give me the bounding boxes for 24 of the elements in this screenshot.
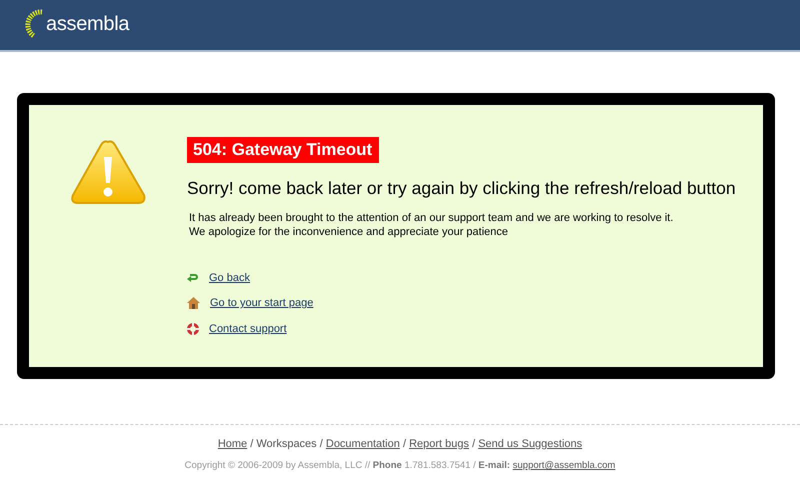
separator: /: [402, 438, 406, 450]
footer-link[interactable]: Home: [218, 438, 248, 450]
footer-link[interactable]: Documentation: [326, 438, 400, 450]
error-message: Sorry! come back later or try again by clicking the refresh/reload button: [187, 178, 736, 199]
footer-link[interactable]: Send us Suggestions: [478, 438, 582, 450]
separator: /: [472, 438, 476, 450]
footer-link[interactable]: Report bugs: [409, 438, 469, 450]
logo-text[interactable]: assembla: [46, 12, 130, 36]
house-icon: [187, 297, 200, 310]
logo-icon: [24, 9, 44, 39]
nav-link[interactable]: Contact support: [209, 322, 287, 335]
separator: /: [320, 438, 323, 450]
error-detail: We apologize for the inconvenience and appreciate your patience: [189, 225, 510, 239]
warning-icon: [70, 139, 146, 205]
error-detail: It has already been brought to the attention of an our support team and we are working to resolve it.: [189, 211, 674, 225]
nav-link[interactable]: Go back: [209, 272, 250, 284]
footer-text: Workspaces: [256, 438, 317, 450]
lifebuoy-icon: [187, 322, 199, 335]
nav-link[interactable]: Go to your start page: [210, 297, 314, 310]
separator: /: [250, 438, 254, 450]
copyright-text: Copyright © 2006-2009 by Assembla, LLC // Phone 1.781.583.7541 / E-mail: support@assembla.com: [184, 460, 616, 471]
email-link[interactable]: support@assembla.com: [512, 460, 616, 471]
return-arrow-icon: [187, 272, 199, 284]
error-title: 504: Gateway Timeout: [187, 137, 380, 163]
